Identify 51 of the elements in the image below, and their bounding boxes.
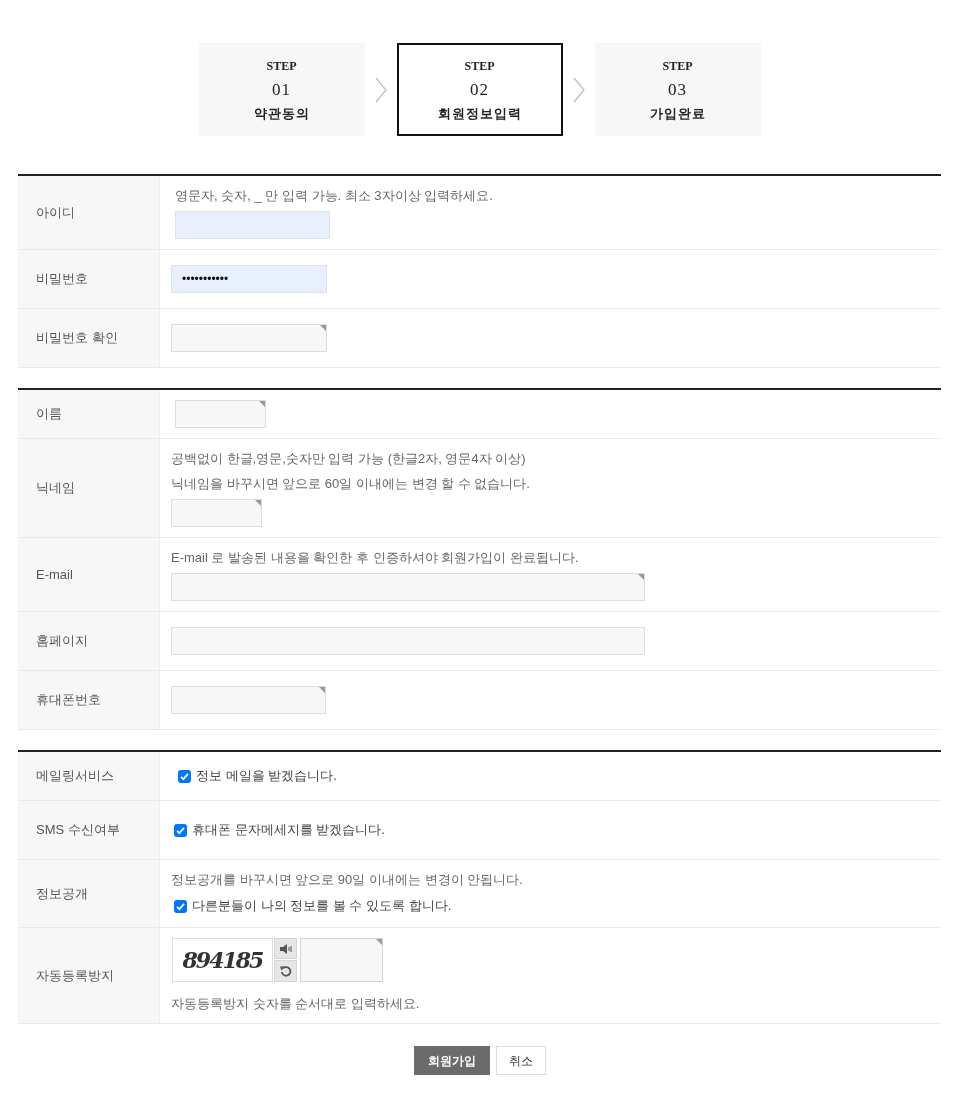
field-label: E-mail xyxy=(36,565,73,584)
checkbox-label[interactable]: 다른분들이 나의 정보를 볼 수 있도록 합니다. xyxy=(192,896,452,916)
password-field[interactable]: ••••••••••• xyxy=(171,265,327,293)
step-number: 02 xyxy=(470,78,489,101)
field-label: 아이디 xyxy=(36,203,75,222)
id-field[interactable] xyxy=(175,211,330,239)
chevron-right-icon xyxy=(572,76,585,103)
help-text: 자동등록방지 숫자를 순서대로 입력하세요. xyxy=(171,995,420,1013)
nickname-field[interactable] xyxy=(171,499,262,527)
field-label: 이름 xyxy=(36,405,62,424)
step-label: STEP xyxy=(464,57,495,75)
cancel-button[interactable]: 취소 xyxy=(495,1046,546,1075)
step-number: 03 xyxy=(668,78,687,101)
field-label: 비밀번호 xyxy=(36,270,88,289)
field-label: SMS 수신여부 xyxy=(36,821,120,840)
help-text: 공백없이 한글,영문,숫자만 입력 가능 (한글2자, 영문4자 이상) xyxy=(171,450,526,468)
password-field[interactable] xyxy=(171,324,327,352)
checkbox-label[interactable]: 휴대폰 문자메세지를 받겠습니다. xyxy=(192,820,385,840)
field-label: 휴대폰번호 xyxy=(36,691,101,710)
checkbox[interactable] xyxy=(174,899,187,913)
field-label: 메일링서비스 xyxy=(36,767,114,786)
step-title: 가입완료 xyxy=(649,104,706,123)
speaker-icon xyxy=(279,943,292,954)
audio-button[interactable] xyxy=(274,938,297,959)
help-text: E-mail 로 발송된 내용을 확인한 후 인증하셔야 회원가입이 완료됩니다. xyxy=(171,549,579,567)
checkbox-label[interactable]: 정보 메일을 받겠습니다. xyxy=(196,766,337,786)
homepage-field[interactable] xyxy=(171,627,645,655)
checkbox[interactable] xyxy=(178,769,191,783)
checkbox[interactable] xyxy=(174,823,187,837)
chevron-right-icon xyxy=(374,76,387,103)
field-label: 정보공개 xyxy=(36,884,88,903)
name-field[interactable] xyxy=(175,400,266,428)
captcha-input-field[interactable] xyxy=(300,938,383,982)
signup-button[interactable]: 회원가입 xyxy=(413,1046,490,1075)
refresh-button[interactable] xyxy=(274,960,297,982)
step-title: 약관동의 xyxy=(253,104,310,123)
step-label: STEP xyxy=(662,57,693,75)
help-text: 영문자, 숫자, _ 만 입력 가능. 최소 3자이상 입력하세요. xyxy=(175,187,493,205)
field-label: 비밀번호 확인 xyxy=(36,329,118,348)
email-field[interactable] xyxy=(171,573,645,601)
field-label: 자동등록방지 xyxy=(36,966,114,985)
help-text: 닉네임을 바꾸시면 앞으로 60일 이내에는 변경 할 수 없습니다. xyxy=(171,475,530,493)
step-number: 01 xyxy=(272,78,291,101)
help-text: 정보공개를 바꾸시면 앞으로 90일 이내에는 변경이 안됩니다. xyxy=(171,871,523,889)
step-label: STEP xyxy=(266,57,297,75)
phone-field[interactable] xyxy=(171,686,326,714)
field-label: 닉네임 xyxy=(36,479,75,498)
step-title: 회원정보입력 xyxy=(437,104,522,123)
captcha-code: 894185 xyxy=(182,945,263,975)
refresh-icon xyxy=(279,965,292,977)
field-label: 홈페이지 xyxy=(36,632,88,651)
